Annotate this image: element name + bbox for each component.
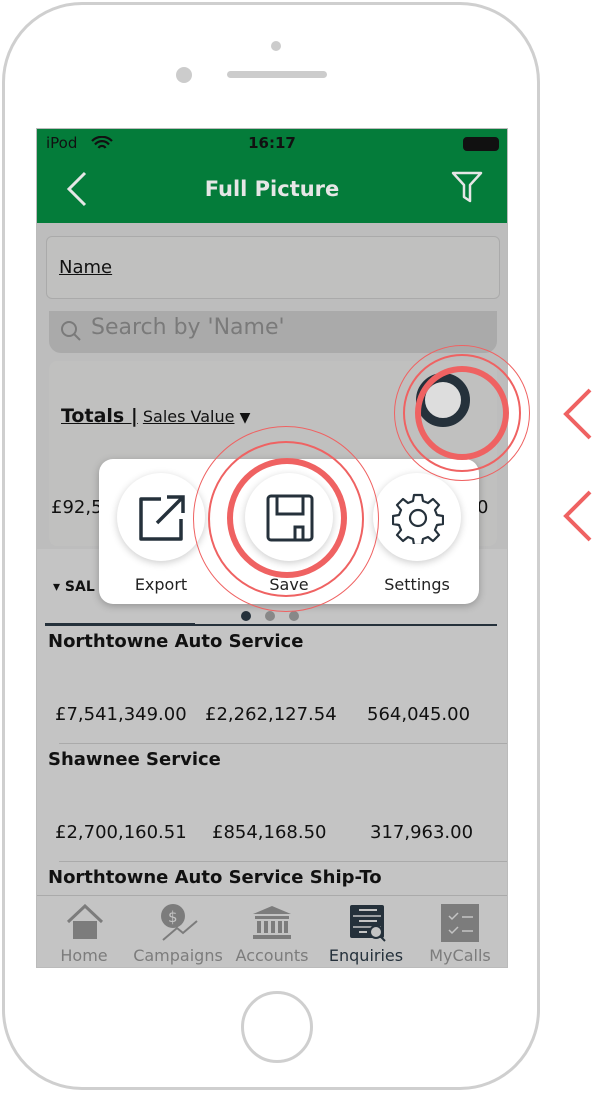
tab-home[interactable]: Home bbox=[37, 896, 131, 967]
totals-header[interactable]: Totals | Sales Value ▼ bbox=[61, 405, 250, 427]
totals-label: Totals | bbox=[61, 405, 138, 427]
sensor bbox=[176, 67, 192, 83]
camera bbox=[271, 41, 281, 51]
dropdown-arrow-icon: ▼ bbox=[239, 410, 251, 426]
pointer-arrow-icon bbox=[563, 490, 592, 542]
export-button[interactable] bbox=[117, 473, 205, 561]
export-icon bbox=[139, 495, 185, 541]
row-value: 564,045.00 bbox=[367, 704, 471, 725]
svg-text:$: $ bbox=[168, 908, 178, 926]
name-label: Name bbox=[59, 257, 113, 278]
tab-label: Home bbox=[60, 946, 108, 965]
tab-label: MyCalls bbox=[429, 946, 491, 965]
settings-button[interactable] bbox=[373, 473, 461, 561]
battery-icon bbox=[463, 137, 499, 151]
section-header[interactable]: ▾ SAL bbox=[53, 579, 95, 595]
row-value: £854,168.50 bbox=[212, 822, 327, 843]
nav-bar: Full Picture bbox=[37, 157, 507, 223]
tab-label: Campaigns bbox=[133, 946, 223, 965]
highlight-ring bbox=[227, 458, 347, 578]
name-field[interactable]: Name bbox=[46, 236, 500, 299]
settings-label: Settings bbox=[384, 575, 450, 594]
home-button[interactable] bbox=[241, 991, 313, 1063]
highlight-ring bbox=[415, 366, 509, 460]
search-placeholder: Search by 'Name' bbox=[91, 315, 285, 340]
total-value: £92,5 bbox=[51, 497, 103, 518]
row-value: 317,963.00 bbox=[370, 822, 474, 843]
page-dot[interactable] bbox=[289, 611, 299, 621]
search-input[interactable]: Search by 'Name' bbox=[49, 311, 497, 353]
divider bbox=[59, 743, 507, 744]
search-icon bbox=[61, 321, 81, 341]
tab-bar: Home $ Campaigns Accounts Enquiries MyCa… bbox=[37, 895, 507, 967]
row-name[interactable]: Shawnee Service bbox=[48, 749, 221, 770]
section-label: SAL bbox=[64, 579, 95, 595]
tab-label: Accounts bbox=[235, 946, 309, 965]
divider bbox=[59, 861, 507, 862]
tab-campaigns[interactable]: $ Campaigns bbox=[131, 896, 225, 967]
page-title: Full Picture bbox=[204, 177, 340, 201]
campaign-icon: $ bbox=[161, 904, 198, 941]
row-name[interactable]: Northtowne Auto Service bbox=[48, 631, 303, 652]
row-value: £7,541,349.00 bbox=[55, 704, 187, 725]
measure-label: Sales Value bbox=[142, 407, 235, 426]
row-value: £2,262,127.54 bbox=[205, 704, 337, 725]
clock: 16:17 bbox=[248, 134, 296, 152]
speaker bbox=[227, 71, 327, 78]
tab-enquiries[interactable]: Enquiries bbox=[319, 896, 413, 967]
filter-icon[interactable] bbox=[451, 171, 483, 203]
page-dot[interactable] bbox=[265, 611, 275, 621]
page-dot-active[interactable] bbox=[241, 611, 251, 621]
home-icon bbox=[66, 904, 104, 939]
gear-icon bbox=[392, 493, 444, 544]
row-value: £2,700,160.51 bbox=[55, 822, 187, 843]
status-bar: iPod 16:17 bbox=[37, 129, 507, 157]
tab-label: Enquiries bbox=[328, 946, 404, 965]
enquiries-icon bbox=[350, 905, 386, 942]
row-name[interactable]: Northtowne Auto Service Ship-To bbox=[48, 867, 382, 888]
tab-accounts[interactable]: Accounts bbox=[225, 896, 319, 967]
tab-indicator bbox=[45, 623, 195, 626]
pointer-arrow-icon bbox=[563, 388, 592, 440]
tab-mycalls[interactable]: MyCalls bbox=[413, 896, 507, 967]
export-label: Export bbox=[134, 575, 188, 594]
checklist-icon bbox=[441, 904, 479, 942]
bank-icon bbox=[253, 906, 291, 939]
